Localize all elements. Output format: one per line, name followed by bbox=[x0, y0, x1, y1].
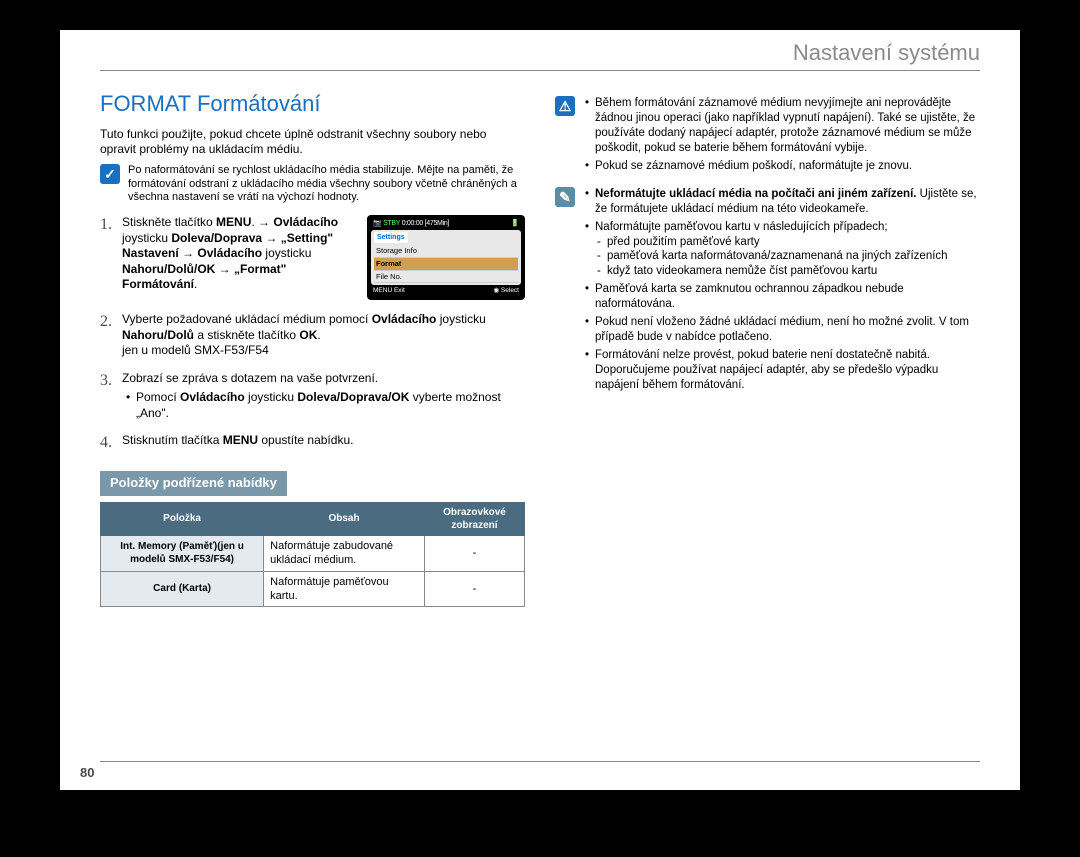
submenu-table: Položka Obsah Obrazovkové zobrazení Int.… bbox=[100, 502, 525, 607]
info-item: Pokud není vloženo žádné ukládací médium… bbox=[583, 315, 980, 345]
sub-heading: Položky podřízené nabídky bbox=[100, 471, 287, 496]
chapter-title: Nastavení systému bbox=[793, 40, 980, 66]
lcd-tab: Settings bbox=[374, 232, 408, 243]
note-box-check: ✓ Po naformátování se rychlost ukládacíh… bbox=[100, 164, 525, 205]
table-row: Int. Memory (Paměť)(jen u modelů SMX-F53… bbox=[101, 535, 525, 571]
info-list: Neformátujte ukládací média na počítači … bbox=[583, 187, 980, 396]
note1-text: Po naformátování se rychlost ukládacího … bbox=[128, 164, 525, 205]
lcd-row-selected: Format bbox=[374, 258, 518, 271]
cell-item: Card (Karta) bbox=[101, 571, 264, 607]
info-item: Formátování nelze provést, pokud baterie… bbox=[583, 348, 980, 393]
manual-page: Nastavení systému FORMAT Formátování Tut… bbox=[60, 30, 1020, 790]
step-2: Vyberte požadované ukládací médium pomoc… bbox=[100, 312, 525, 359]
info-sub: když tato videokamera nemůže číst paměťo… bbox=[595, 264, 980, 279]
left-column: FORMAT Formátování Tuto funkci použijte,… bbox=[100, 90, 525, 607]
right-column: ⚠ Během formátování záznamové médium nev… bbox=[555, 90, 980, 607]
step-1-text: Stiskněte tlačítko MENU. → Ovládacího jo… bbox=[122, 215, 357, 293]
step-4-text: Stisknutím tlačítka MENU opustíte nabídk… bbox=[122, 433, 525, 449]
cell-disp: - bbox=[424, 571, 524, 607]
check-icon: ✓ bbox=[100, 164, 120, 184]
th-desc: Obsah bbox=[264, 502, 425, 535]
warn-item: Pokud se záznamové médium poškodí, nafor… bbox=[583, 159, 980, 174]
steps-list: Stiskněte tlačítko MENU. → Ovládacího jo… bbox=[100, 215, 525, 449]
th-item: Položka bbox=[101, 502, 264, 535]
info-icon: ✎ bbox=[555, 187, 575, 207]
info-sub: paměťová karta naformátovaná/zaznamenaná… bbox=[595, 249, 980, 264]
info-item: Neformátujte ukládací média na počítači … bbox=[583, 187, 980, 217]
warning-list: Během formátování záznamové médium nevyj… bbox=[583, 96, 980, 177]
section-title: FORMAT Formátování bbox=[100, 90, 525, 119]
warning-box: ⚠ Během formátování záznamové médium nev… bbox=[555, 96, 980, 177]
th-disp: Obrazovkové zobrazení bbox=[424, 502, 524, 535]
header-rule bbox=[100, 70, 980, 71]
step-1: Stiskněte tlačítko MENU. → Ovládacího jo… bbox=[100, 215, 525, 300]
intro-text: Tuto funkci použijte, pokud chcete úplně… bbox=[100, 127, 525, 158]
warning-icon: ⚠ bbox=[555, 96, 575, 116]
footer-rule bbox=[100, 761, 980, 762]
step-2-text: Vyberte požadované ukládací médium pomoc… bbox=[122, 312, 525, 359]
info-item: Naformátujte paměťovou kartu v následují… bbox=[583, 220, 980, 280]
cell-disp: - bbox=[424, 535, 524, 571]
step-3-text: Zobrazí se zpráva s dotazem na vaše potv… bbox=[122, 371, 525, 422]
cell-desc: Naformátuje paměťovou kartu. bbox=[264, 571, 425, 607]
lcd-screenshot: 📷 STBY 0:00:00 [475Min] 🔋 Settings Stora… bbox=[367, 215, 525, 300]
content-columns: FORMAT Formátování Tuto funkci použijte,… bbox=[100, 90, 980, 607]
info-sub: před použitím paměťové karty bbox=[595, 235, 980, 250]
table-row: Card (Karta) Naformátuje paměťovou kartu… bbox=[101, 571, 525, 607]
cell-item: Int. Memory (Paměť)(jen u modelů SMX-F53… bbox=[101, 535, 264, 571]
step-4: Stisknutím tlačítka MENU opustíte nabídk… bbox=[100, 433, 525, 449]
page-number: 80 bbox=[80, 765, 94, 780]
step-3: Zobrazí se zpráva s dotazem na vaše potv… bbox=[100, 371, 525, 422]
info-box: ✎ Neformátujte ukládací média na počítač… bbox=[555, 187, 980, 396]
warn-item: Během formátování záznamové médium nevyj… bbox=[583, 96, 980, 156]
info-item: Paměťová karta se zamknutou ochrannou zá… bbox=[583, 282, 980, 312]
lcd-row: File No. bbox=[374, 271, 518, 284]
cell-desc: Naformátuje zabudované ukládací médium. bbox=[264, 535, 425, 571]
lcd-row: Storage Info bbox=[374, 245, 518, 258]
